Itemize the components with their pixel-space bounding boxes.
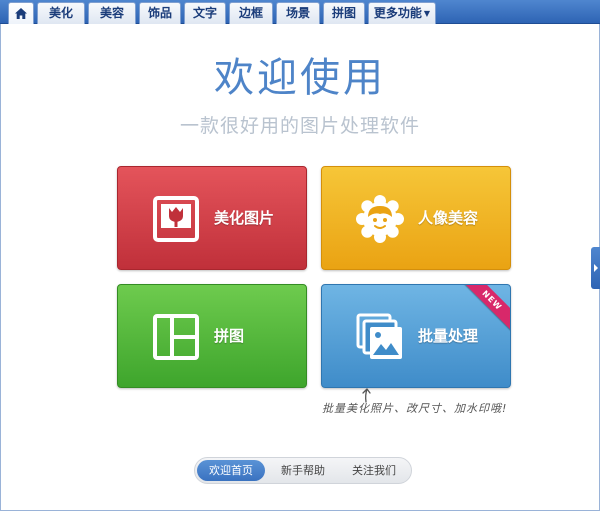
- collage-layout-icon: [153, 314, 199, 360]
- tab-beauty[interactable]: 美容: [88, 2, 136, 24]
- tab-collage[interactable]: 拼图: [323, 2, 365, 24]
- card-label: 人像美容: [418, 209, 479, 227]
- nav-beginner-help[interactable]: 新手帮助: [269, 460, 337, 481]
- stacked-photos-icon: [356, 313, 402, 359]
- tab-label: 美化: [48, 6, 73, 20]
- card-label: 批量处理: [418, 327, 479, 345]
- top-tab-bar: 美化 美容 饰品 文字 边框 场景 拼图 更多功能 ▼: [0, 0, 600, 24]
- nav-follow-us[interactable]: 关注我们: [340, 460, 408, 481]
- collage-button[interactable]: 拼图: [117, 284, 307, 388]
- tab-label: 场景: [285, 6, 310, 20]
- nav-label: 新手帮助: [281, 464, 325, 477]
- tab-scene[interactable]: 场景: [276, 2, 320, 24]
- chevron-down-icon: ▼: [423, 9, 431, 18]
- face-flower-icon: [356, 195, 404, 243]
- tab-label: 边框: [238, 6, 263, 20]
- tab-frame[interactable]: 边框: [229, 2, 273, 24]
- nav-label: 欢迎首页: [209, 464, 253, 477]
- welcome-title: 欢迎使用: [214, 55, 386, 101]
- side-panel-toggle[interactable]: [591, 247, 600, 289]
- batch-hint-text: 批量美化照片、改尺寸、加水印哦!: [322, 402, 508, 415]
- tab-beautify[interactable]: 美化: [37, 2, 85, 24]
- tab-label: 文字: [192, 6, 217, 20]
- tab-label: 拼图: [331, 6, 356, 20]
- card-label: 拼图: [214, 327, 245, 345]
- batch-processing-button[interactable]: 批量处理 NEW: [321, 284, 511, 388]
- home-icon: [15, 8, 27, 19]
- tab-label: 更多功能: [373, 6, 422, 20]
- photo-flower-icon: [153, 196, 199, 242]
- portrait-beauty-button[interactable]: 人像美容: [321, 166, 511, 270]
- bottom-nav: 欢迎首页 新手帮助 关注我们: [194, 457, 412, 484]
- welcome-subtitle: 一款很好用的图片处理软件: [179, 115, 420, 137]
- tab-label: 饰品: [147, 6, 172, 20]
- tab-label: 美容: [99, 6, 124, 20]
- tab-home[interactable]: [8, 2, 34, 24]
- beautify-photo-button[interactable]: 美化图片: [117, 166, 307, 270]
- tab-text[interactable]: 文字: [184, 2, 226, 24]
- chevron-right-icon: [594, 264, 598, 272]
- tab-accessories[interactable]: 饰品: [139, 2, 181, 24]
- tab-more-features[interactable]: 更多功能 ▼: [368, 2, 436, 24]
- nav-welcome-home[interactable]: 欢迎首页: [197, 460, 265, 481]
- nav-label: 关注我们: [352, 464, 396, 477]
- card-label: 美化图片: [214, 209, 275, 227]
